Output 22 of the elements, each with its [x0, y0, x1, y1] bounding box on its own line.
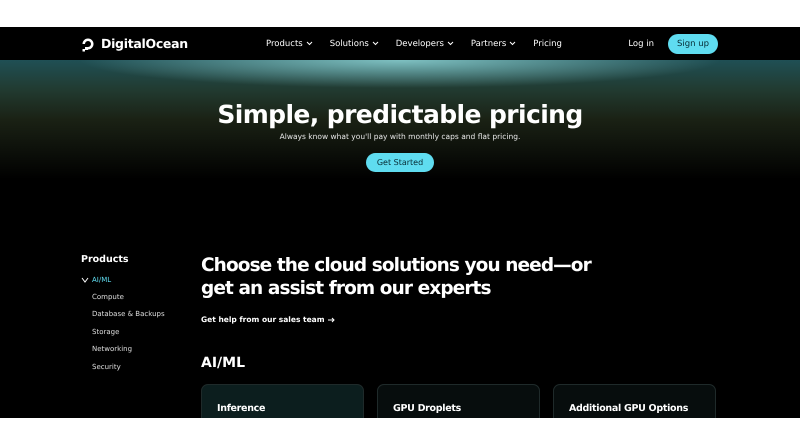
nav-menu-item[interactable]: Solutions [330, 38, 379, 48]
chevron-down-icon [446, 41, 454, 46]
get-started-button[interactable]: Get Started [366, 153, 434, 172]
section-headline: Choose the cloud solutions you need—or get an assist from our experts [201, 254, 592, 300]
arrow-right-icon [328, 316, 335, 322]
login-link[interactable]: Log in [628, 38, 654, 48]
sidebar-heading: Products [81, 254, 130, 265]
nav-menu-item[interactable]: Developers [396, 38, 454, 48]
product-card[interactable]: Additional GPU Options [553, 384, 716, 418]
chevron-down-icon [372, 41, 379, 46]
hero-title: Simple, predictable pricing [217, 100, 583, 129]
chevron-down-icon [306, 41, 313, 46]
nav-menu-item[interactable]: Partners [470, 38, 516, 48]
product-card[interactable]: Inference [201, 384, 364, 418]
product-card[interactable]: GPU Droplets [377, 384, 540, 418]
nav-menu-item[interactable]: Products [266, 38, 313, 48]
logo-icon [80, 36, 96, 52]
chevron-down-icon [509, 41, 516, 46]
nav-menu-item[interactable]: Pricing [533, 38, 562, 48]
brand-name: DigitalOcean [101, 36, 188, 51]
signup-button[interactable]: Sign up [668, 34, 718, 54]
category-heading: AI/ML [201, 355, 246, 371]
